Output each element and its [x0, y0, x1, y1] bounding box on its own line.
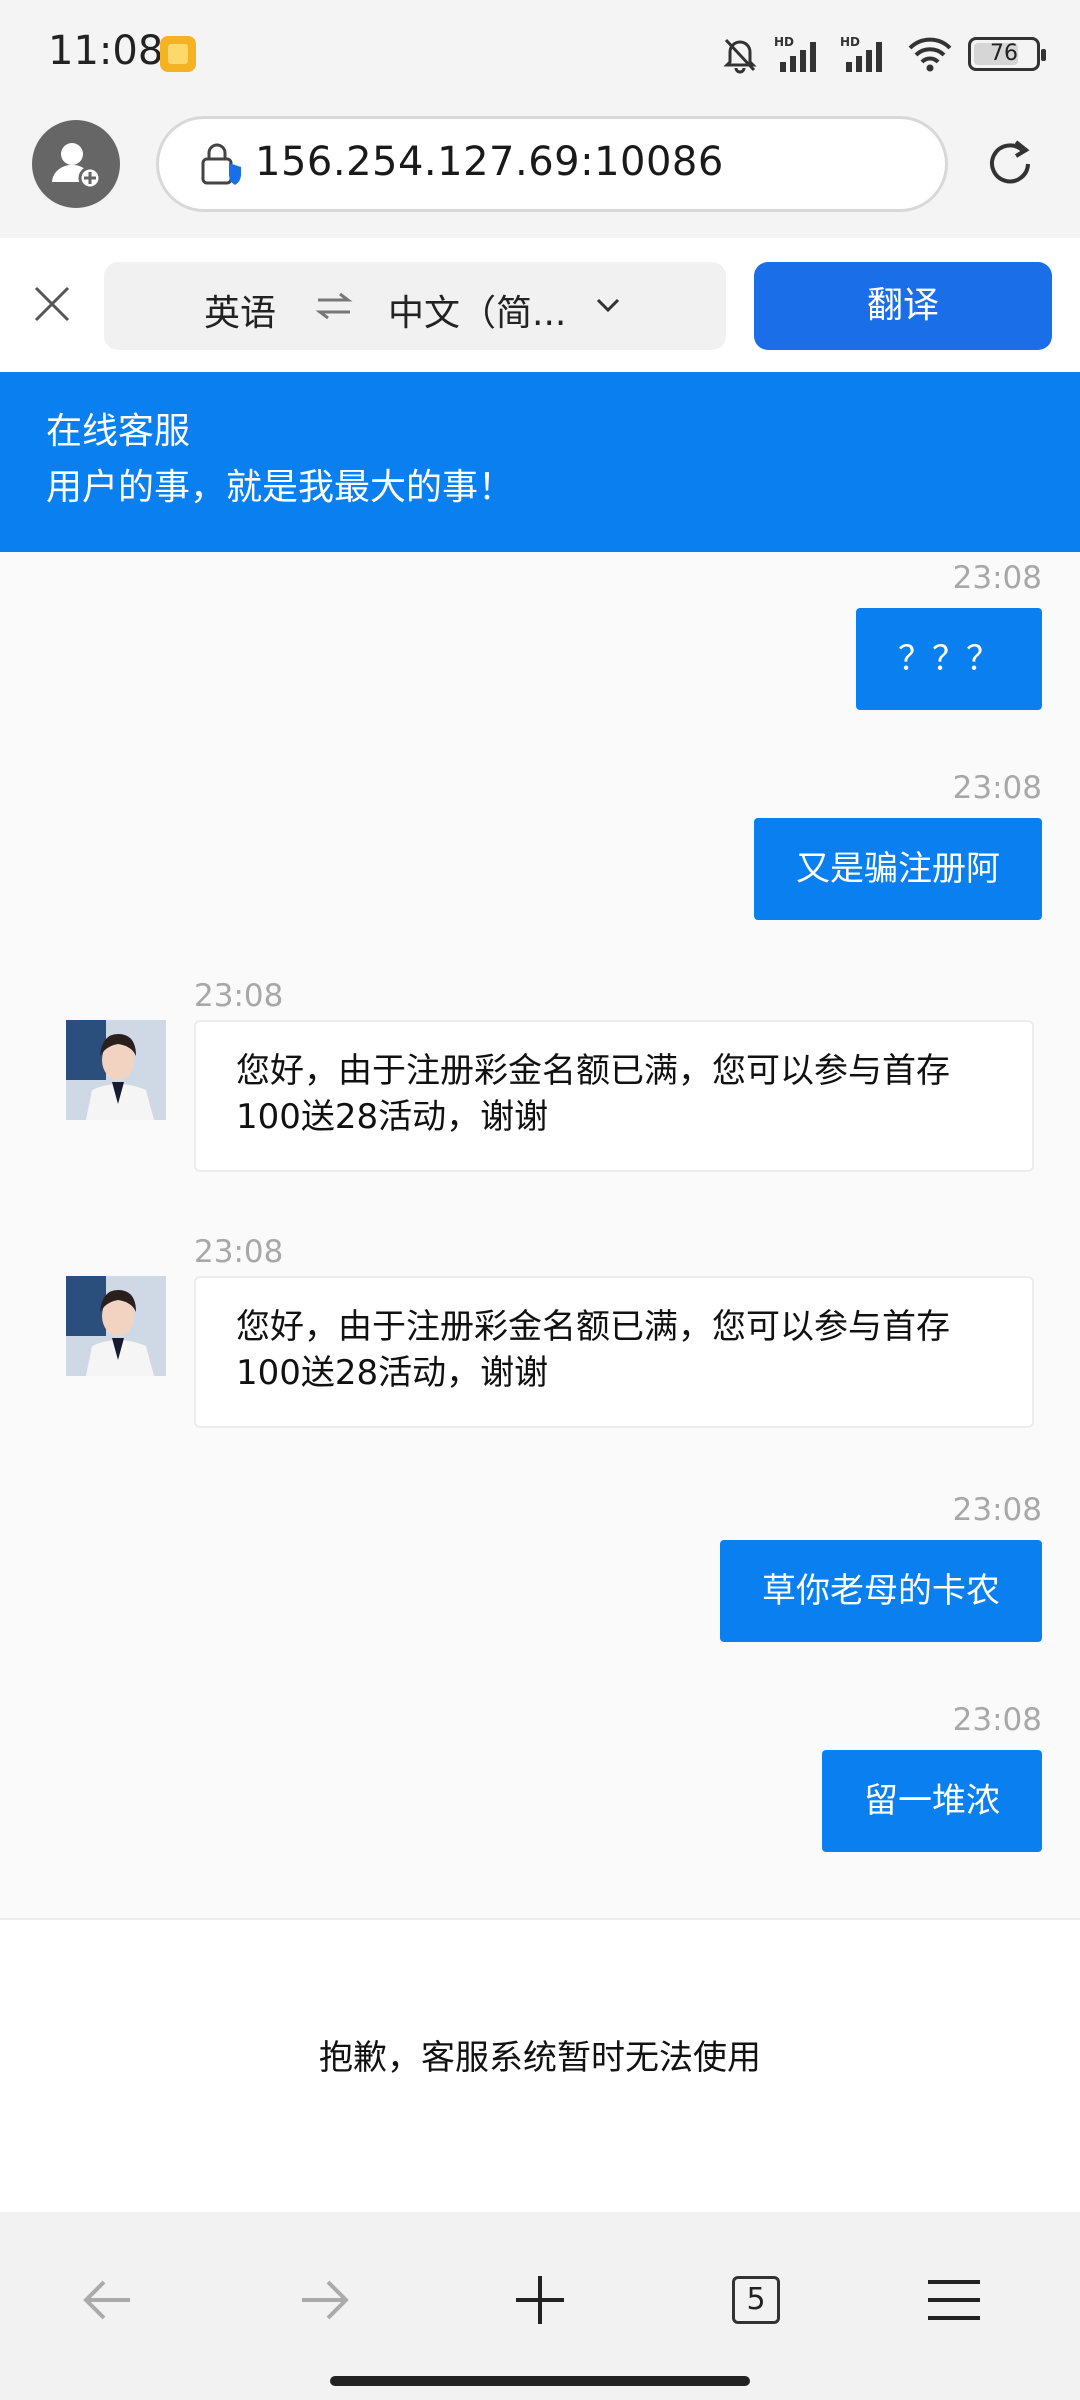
agent-message-bubble: 您好，由于注册彩金名额已满，您可以参与首存100送28活动，谢谢 [194, 1020, 1034, 1172]
url-text: 156.254.127.69:10086 [255, 139, 724, 185]
close-icon[interactable] [30, 282, 74, 326]
svg-text:HD: HD [774, 35, 794, 49]
translate-button[interactable]: 翻译 [754, 262, 1052, 350]
agent-avatar [66, 1020, 166, 1120]
message-timestamp: 23:08 [952, 1492, 1042, 1528]
user-message-bubble: ？？？ [856, 608, 1042, 710]
hd-signal-icon: HD [840, 34, 892, 74]
menu-icon [928, 2280, 980, 2320]
swap-arrows-icon[interactable] [314, 290, 354, 322]
battery-icon: 76 [968, 37, 1046, 71]
user-message-bubble: 又是骗注册阿 [754, 818, 1042, 920]
home-indicator[interactable] [330, 2376, 750, 2386]
wifi-icon [906, 34, 954, 74]
forward-button[interactable] [284, 2260, 364, 2340]
new-tab-plus-icon [516, 2276, 564, 2324]
tabs-icon: 5 [732, 2276, 780, 2324]
hd-signal-icon: HD [774, 34, 826, 74]
forward-arrow-icon [302, 2280, 349, 2320]
message-timestamp: 23:08 [194, 978, 284, 1014]
app-notification-icon [160, 36, 196, 72]
user-message-bubble: 留一堆浓 [822, 1750, 1042, 1852]
user-message-bubble: 草你老母的卡农 [720, 1540, 1042, 1642]
message-timestamp: 23:08 [194, 1234, 284, 1270]
message-timestamp: 23:08 [952, 560, 1042, 596]
browser-bottom-nav: 5 [0, 2212, 1080, 2400]
agent-avatar [66, 1276, 166, 1376]
chat-title: 在线客服 [46, 411, 191, 452]
status-bar: 11:08 HD HD 76 [0, 0, 1080, 108]
tabs-button[interactable]: 5 [716, 2260, 796, 2340]
chat-subtitle: 用户的事，就是我最大的事！ [46, 467, 515, 508]
service-unavailable-panel: 抱歉，客服系统暂时无法使用 [0, 1918, 1080, 2212]
back-arrow-icon [83, 2280, 130, 2320]
service-unavailable-text: 抱歉，客服系统暂时无法使用 [319, 2038, 761, 2078]
menu-button[interactable] [914, 2260, 994, 2340]
chevron-down-icon [596, 298, 620, 313]
chat-message-list[interactable]: 23:08 ？？？ 23:08 又是骗注册阿 23:08 您好，由于注册彩金名额… [0, 552, 1080, 1918]
language-selector[interactable]: 英语 中文（简... [104, 262, 726, 350]
status-icons: HD HD 76 [720, 30, 1046, 78]
new-tab-button[interactable] [500, 2260, 580, 2340]
agent-message-bubble: 您好，由于注册彩金名额已满，您可以参与首存100送28活动，谢谢 [194, 1276, 1034, 1428]
reload-icon[interactable] [982, 136, 1038, 192]
message-timestamp: 23:08 [952, 1702, 1042, 1738]
person-add-icon [52, 143, 102, 190]
browser-toolbar: 156.254.127.69:10086 [0, 108, 1080, 238]
mute-bell-icon [720, 34, 760, 74]
lock-shield-icon [201, 143, 241, 185]
chat-header: 在线客服 用户的事，就是我最大的事！ [0, 372, 1080, 552]
target-language: 中文（简... [388, 293, 567, 334]
translate-bar: 英语 中文（简... 翻译 [0, 238, 1080, 372]
back-button[interactable] [68, 2260, 148, 2340]
battery-percent: 76 [990, 41, 1018, 66]
address-bar[interactable]: 156.254.127.69:10086 [156, 116, 948, 212]
message-timestamp: 23:08 [952, 770, 1042, 806]
svg-text:HD: HD [840, 35, 860, 49]
account-button[interactable] [32, 120, 120, 208]
status-time: 11:08 [48, 28, 164, 74]
source-language: 英语 [204, 293, 277, 334]
